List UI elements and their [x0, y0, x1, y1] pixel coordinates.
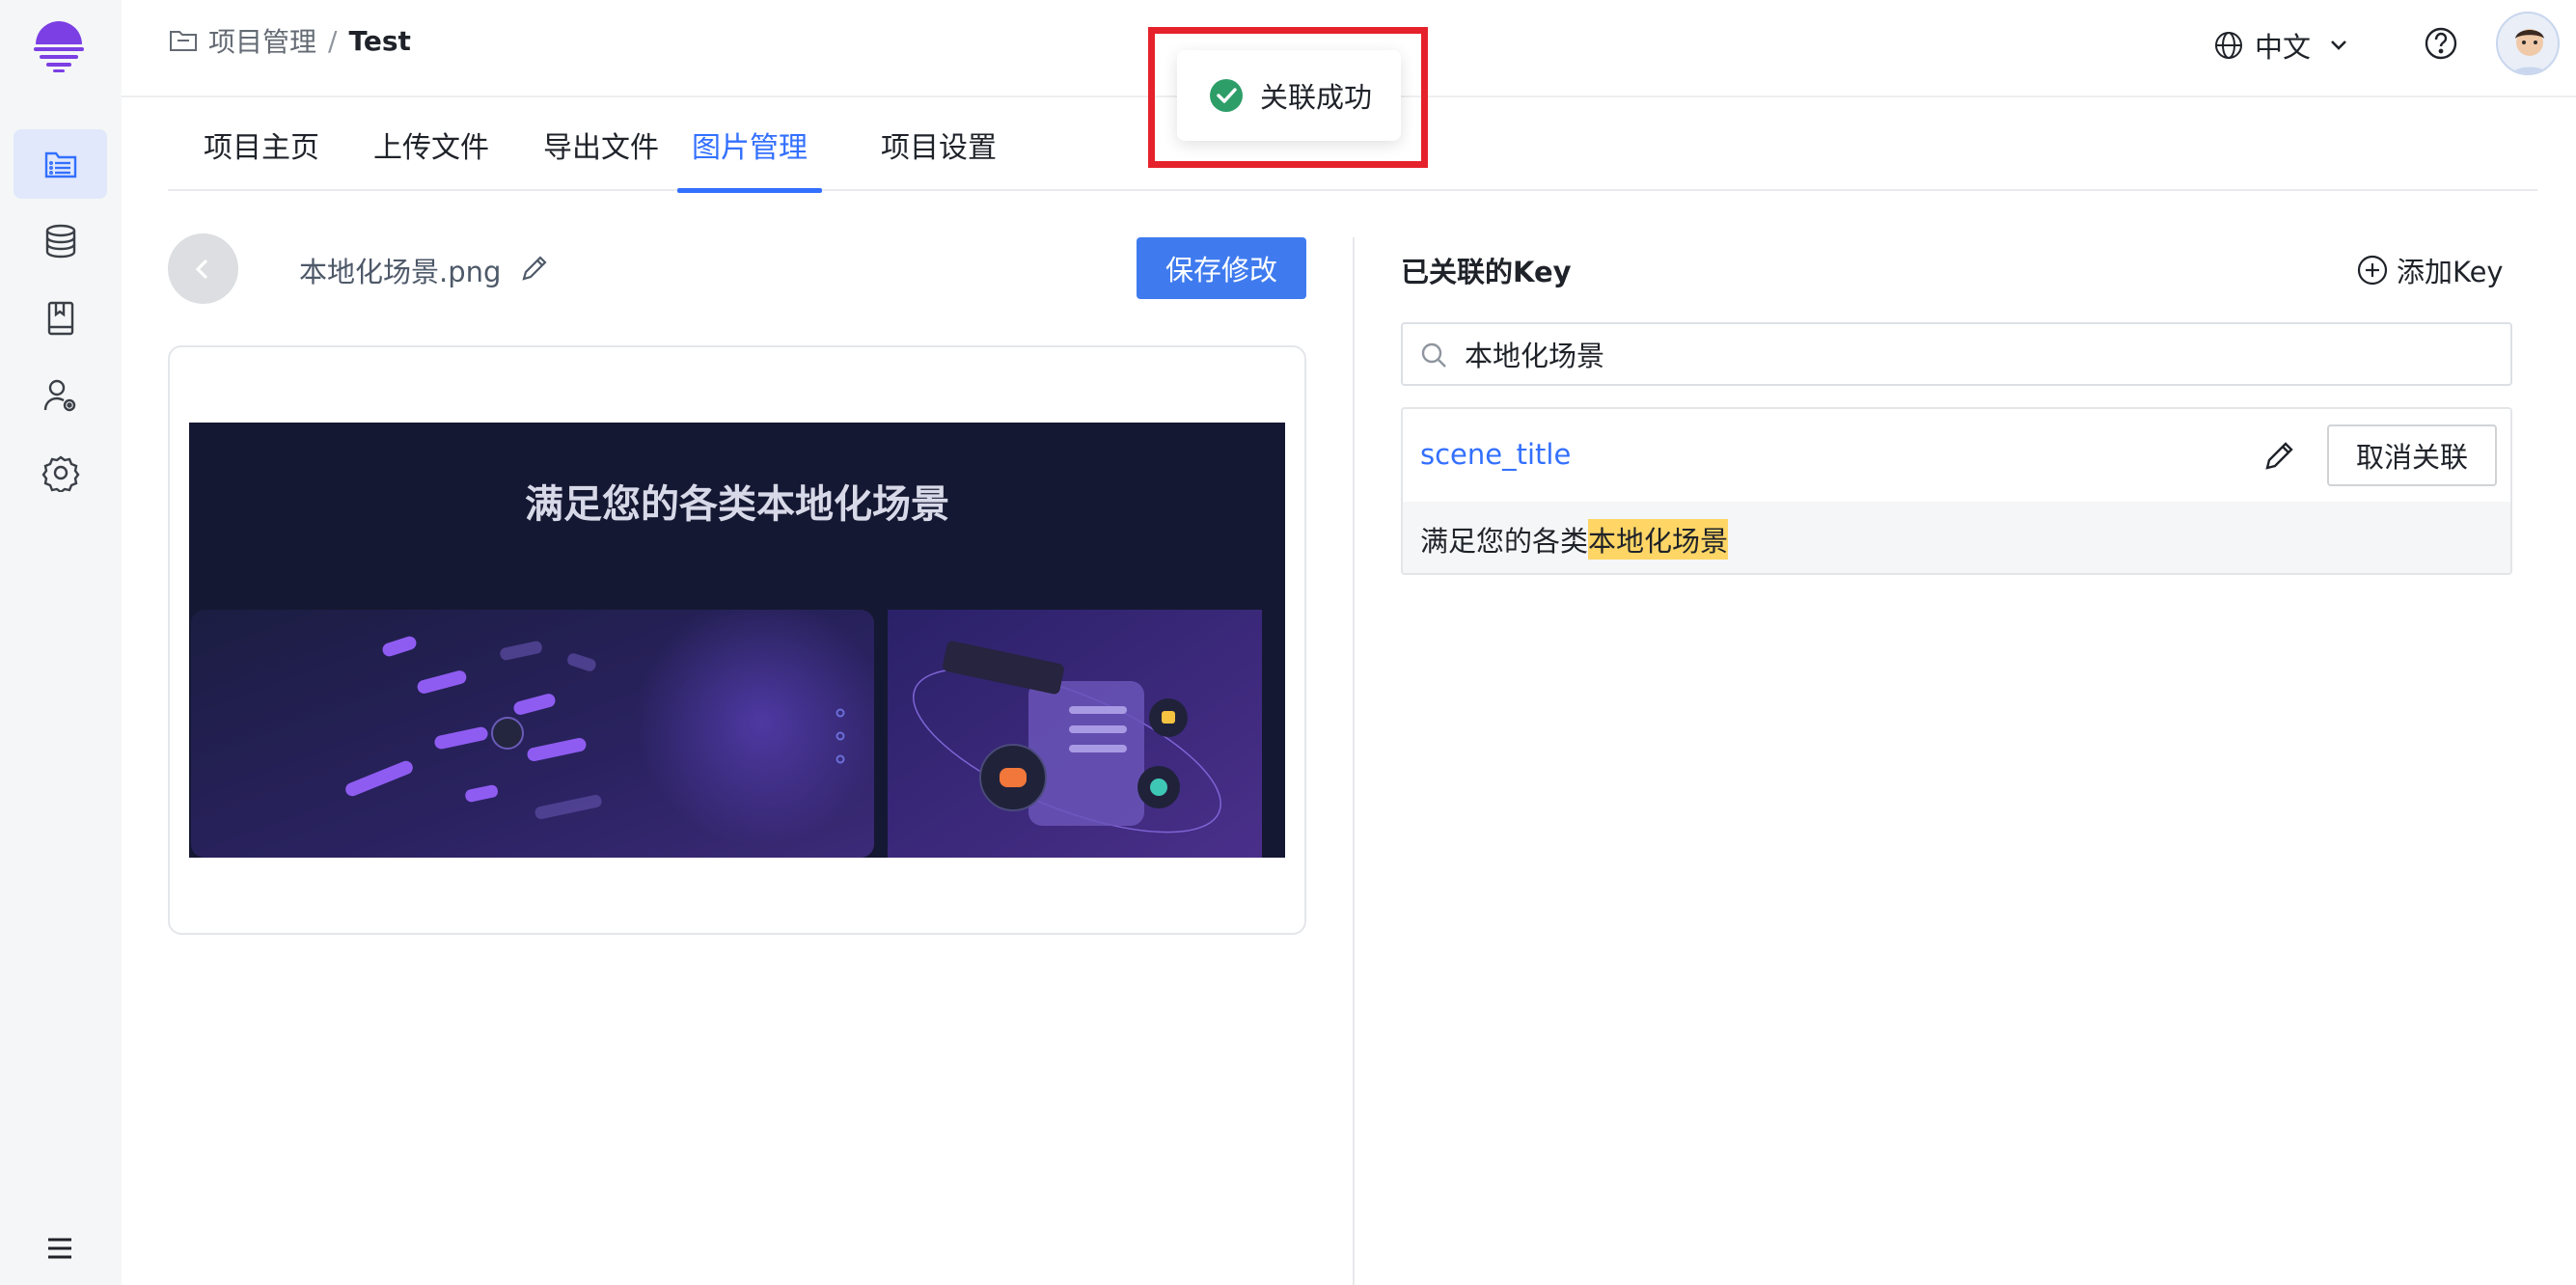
gear-icon [41, 455, 79, 492]
tab-project-settings[interactable]: 项目设置 [863, 97, 1015, 191]
save-button[interactable]: 保存修改 [1137, 237, 1306, 299]
folder-icon [170, 31, 197, 51]
success-check-icon [1210, 79, 1243, 112]
breadcrumb-current: Test [348, 24, 411, 57]
preview-headline: 满足您的各类本地化场景 [525, 482, 949, 527]
image-preview: 满足您的各类本地化场景 [189, 423, 1285, 858]
linked-key-header: scene_title 取消关联 [1403, 409, 2510, 502]
user-avatar-icon [2498, 14, 2558, 73]
search-icon [1421, 342, 1446, 368]
linked-keys-title: 已关联的Key [1401, 256, 1572, 288]
globe-icon [2215, 32, 2242, 59]
tab-project-home[interactable]: 项目主页 [185, 97, 338, 191]
success-toast: 关联成功 [1177, 50, 1401, 141]
panel-divider [1353, 237, 1355, 1285]
book-icon [47, 301, 73, 336]
back-button[interactable] [168, 233, 238, 304]
user-settings-icon [43, 379, 75, 412]
app-logo[interactable] [32, 17, 86, 73]
image-filename: 本地化场景.png [299, 256, 502, 288]
tab-export-files[interactable]: 导出文件 [525, 97, 677, 191]
chevron-left-icon [195, 259, 207, 279]
sidebar-item-settings[interactable] [14, 438, 107, 507]
toast-message: 关联成功 [1260, 81, 1373, 114]
file-list-icon [44, 151, 76, 178]
edit-key-icon[interactable] [2261, 439, 2296, 474]
tab-image-management[interactable]: 图片管理 [677, 97, 822, 193]
language-selector[interactable]: 中文 [2212, 25, 2361, 66]
unlink-button[interactable]: 取消关联 [2327, 424, 2497, 486]
add-key-button[interactable]: 添加Key [2356, 250, 2504, 290]
sidebar [0, 0, 122, 1285]
key-value-highlight: 本地化场景 [1588, 519, 1729, 560]
breadcrumb: 项目管理 / Test [168, 21, 411, 60]
language-label: 中文 [2255, 31, 2312, 64]
key-value-text: 满足您的各类 本地化场景 [1403, 502, 2510, 573]
sidebar-item-database[interactable] [14, 206, 107, 276]
database-icon [45, 224, 75, 259]
edit-filename-icon[interactable] [519, 253, 550, 284]
key-search-box [1401, 322, 2512, 386]
sidebar-item-projects[interactable] [14, 129, 107, 199]
hamburger-menu-icon[interactable] [37, 1229, 83, 1268]
sidebar-item-docs[interactable] [14, 284, 107, 353]
add-key-label: 添加Key [2397, 256, 2504, 288]
chevron-down-icon [2331, 41, 2346, 50]
breadcrumb-separator: / [328, 24, 338, 57]
sidebar-item-members[interactable] [14, 361, 107, 430]
avatar[interactable] [2496, 12, 2560, 75]
breadcrumb-parent[interactable]: 项目管理 [208, 21, 316, 60]
search-input[interactable] [1465, 332, 2497, 376]
plus-circle-icon [2357, 255, 2388, 286]
help-icon[interactable] [2422, 24, 2460, 63]
tab-upload-files[interactable]: 上传文件 [355, 97, 507, 191]
linked-key-item: scene_title 取消关联 满足您的各类 本地化场景 [1401, 407, 2512, 575]
key-name-link[interactable]: scene_title [1420, 438, 1571, 471]
key-value-prefix: 满足您的各类 [1420, 525, 1589, 558]
